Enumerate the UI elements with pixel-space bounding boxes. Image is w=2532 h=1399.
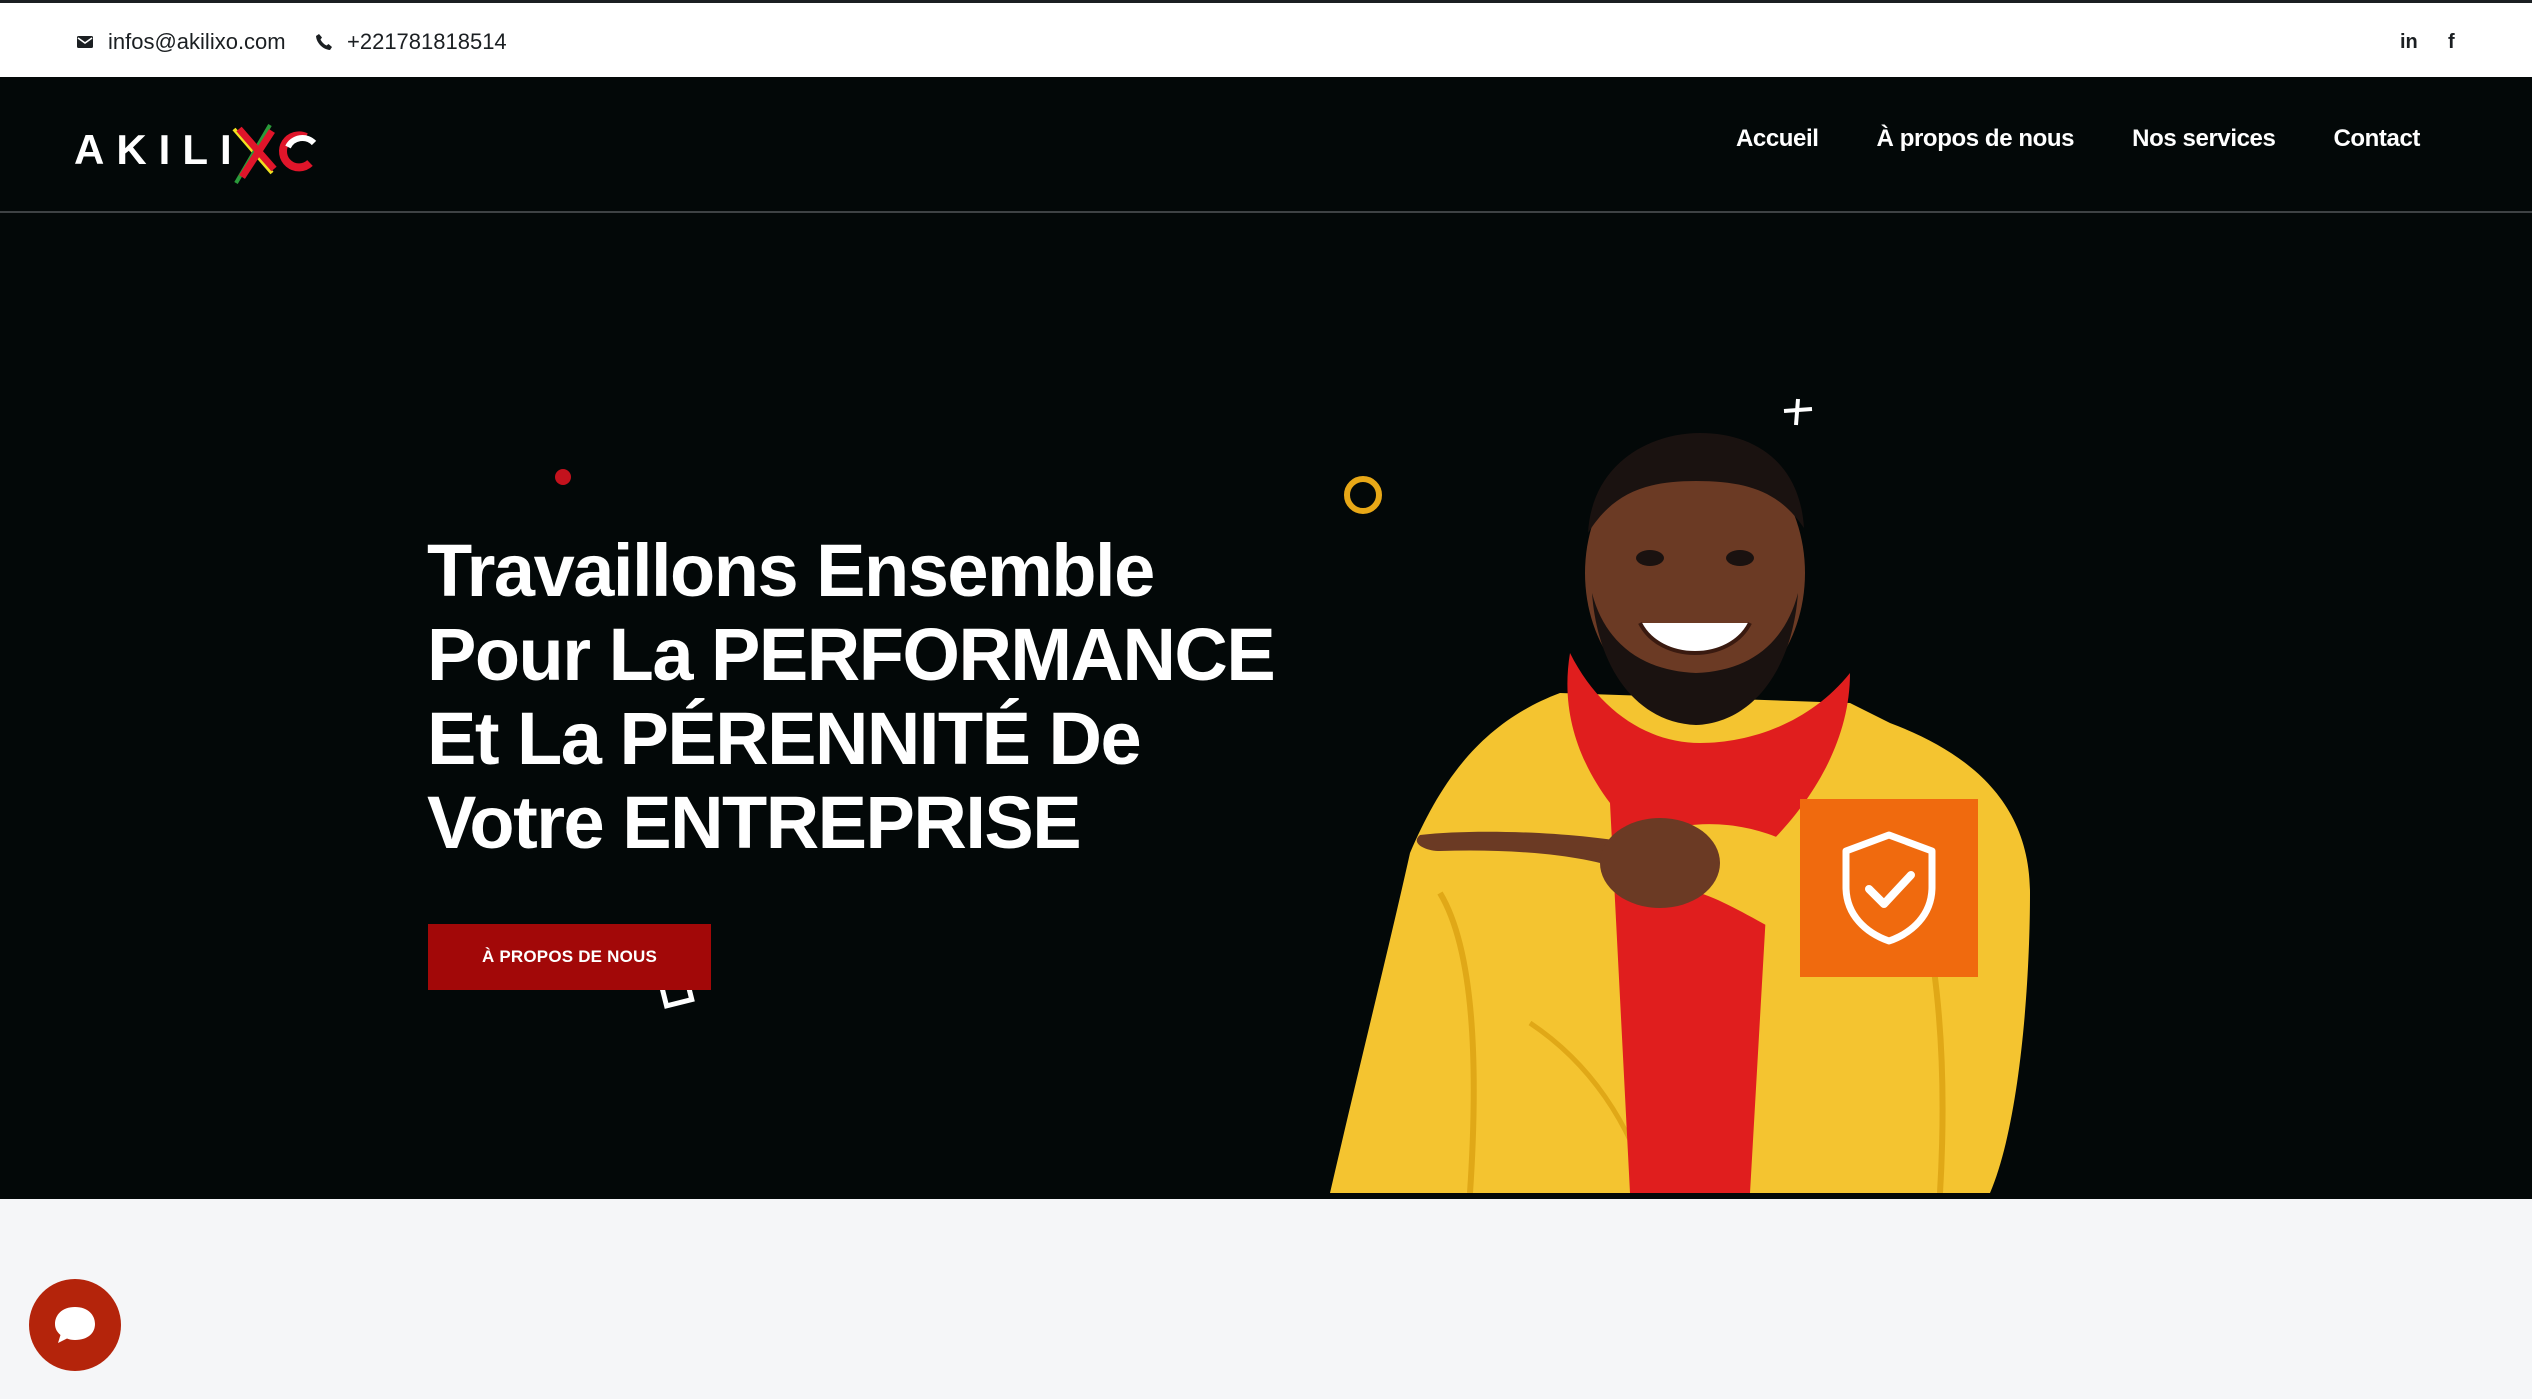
email-icon [74,31,96,53]
nav-item-a-propos[interactable]: À propos de nous [1877,125,2075,153]
hero-headline: Travaillons Ensemble Pour La PERFORMANCE… [427,529,1307,865]
about-us-button[interactable]: À PROPOS DE NOUS [428,924,711,990]
security-badge [1800,799,1978,977]
facebook-icon[interactable]: f [2448,27,2455,57]
linkedin-icon[interactable]: in [2400,27,2418,57]
headline-line-1: Travaillons Ensemble [427,529,1155,612]
svg-text:AKILI: AKILI [74,126,244,173]
headline-line-3: Et La PÉRENNITÉ De [427,697,1142,780]
shield-check-icon [1842,831,1936,945]
nav-item-nos-services[interactable]: Nos services [2132,125,2276,153]
email-contact[interactable]: infos@akilixo.com [74,27,286,57]
phone-icon [313,31,335,53]
phone-contact[interactable]: +221781818514 [313,27,507,57]
main-header: AKILI Accueil À propos de nous Nos servi… [0,77,2532,213]
main-navigation: Accueil À propos de nous Nos services Co… [1736,125,2420,153]
nav-item-contact[interactable]: Contact [2333,125,2420,153]
decorative-dot [555,469,571,485]
headline-line-2: Pour La PERFORMANCE [427,613,1276,696]
akilixo-logo[interactable]: AKILI [74,107,334,192]
chat-widget-button[interactable] [29,1279,121,1371]
phone-text: +221781818514 [347,29,507,54]
top-contact-bar: infos@akilixo.com +221781818514 in f [0,0,2532,77]
nav-item-accueil[interactable]: Accueil [1736,125,1819,153]
hero-section: Travaillons Ensemble Pour La PERFORMANCE… [0,213,2532,1199]
email-text: infos@akilixo.com [108,29,286,54]
headline-line-4: Votre ENTREPRISE [427,781,1082,864]
chat-bubble-icon [55,1307,95,1343]
